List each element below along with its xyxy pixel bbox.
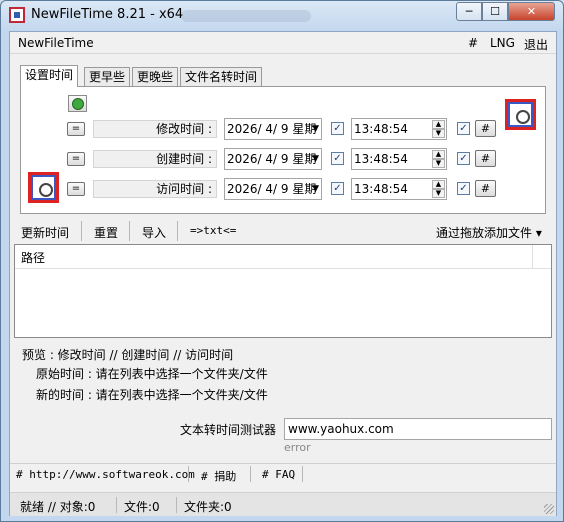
menu-lng[interactable]: LNG — [490, 36, 515, 50]
client-area: NewFileTime # LNG 退出 设置时间 更早些 更晚些 文件名转时间… — [9, 31, 557, 516]
donate-link[interactable]: # 捐助 — [201, 468, 236, 484]
dropdown-arrow-icon[interactable]: ▼ — [312, 119, 319, 139]
text-to-time-input[interactable] — [284, 418, 552, 440]
column-header-path[interactable]: 路径 — [21, 249, 45, 266]
created-time-checkbox[interactable]: ✓ — [457, 152, 470, 165]
spin-up-icon[interactable]: ▲ — [432, 150, 445, 159]
original-time-text: 原始时间 : 请在列表中选择一个文件夹/文件 — [36, 367, 268, 381]
created-time-label: 创建时间 : — [93, 150, 217, 168]
calendar-icon[interactable] — [28, 172, 59, 203]
file-list[interactable]: 路径 — [14, 244, 552, 338]
minimize-button[interactable]: ─ — [456, 2, 482, 21]
update-time-button[interactable]: 更新时间 — [21, 224, 69, 241]
new-time-text: 新的时间 : 请在列表中选择一个文件夹/文件 — [36, 388, 268, 402]
modified-time-label: 修改时间 : — [93, 120, 217, 138]
preview-heading: 预览 : 修改时间 // 创建时间 // 访问时间 — [22, 348, 234, 362]
accessed-date-picker[interactable]: 2026/ 4/ 9 星期 ▼ — [224, 178, 322, 200]
accessed-time-checkbox[interactable]: ✓ — [457, 182, 470, 195]
window-title: NewFileTime 8.21 - x64 — [31, 7, 184, 22]
date-value: 2026/ 4/ 9 星期 — [227, 182, 317, 196]
modified-date-checkbox[interactable]: ✓ — [331, 122, 344, 135]
date-value: 2026/ 4/ 9 星期 — [227, 152, 317, 166]
reset-button[interactable]: 重置 — [94, 224, 118, 241]
menu-hash[interactable]: # — [468, 36, 478, 50]
accessed-time-label: 访问时间 : — [93, 180, 217, 198]
calendar-icon[interactable] — [505, 99, 536, 130]
modified-date-picker[interactable]: 2026/ 4/ 9 星期 ▼ — [224, 118, 322, 140]
link-separator — [188, 466, 189, 482]
created-date-picker[interactable]: 2026/ 4/ 9 星期 ▼ — [224, 148, 322, 170]
tab-set-time[interactable]: 设置时间 — [20, 65, 79, 87]
drag-add-files-button[interactable]: 通过拖放添加文件 ▾ — [436, 224, 542, 241]
spin-down-icon[interactable]: ▼ — [432, 159, 445, 168]
menu-exit[interactable]: 退出 — [524, 36, 548, 53]
toolbar-separator — [129, 221, 130, 241]
time-value: 13:48:54 — [354, 182, 408, 196]
tab-earlier[interactable]: 更早些 — [84, 67, 131, 86]
resize-grip-icon[interactable] — [544, 504, 554, 514]
import-button[interactable]: 导入 — [142, 224, 166, 241]
spin-up-icon[interactable]: ▲ — [432, 120, 445, 129]
accessed-hash-button[interactable]: # — [475, 180, 496, 197]
action-toolbar: 更新时间 重置 导入 =>txt<= 通过拖放添加文件 ▾ — [10, 221, 556, 243]
equal-button-accessed[interactable]: = — [67, 182, 85, 196]
spin-down-icon[interactable]: ▼ — [432, 129, 445, 138]
date-value: 2026/ 4/ 9 星期 — [227, 122, 317, 136]
accessed-date-checkbox[interactable]: ✓ — [331, 182, 344, 195]
tab-filename-to-time[interactable]: 文件名转时间 — [180, 67, 263, 86]
menu-bar: NewFileTime # LNG 退出 — [10, 32, 556, 54]
created-date-checkbox[interactable]: ✓ — [331, 152, 344, 165]
dropdown-arrow-icon[interactable]: ▼ — [312, 179, 319, 199]
text-to-time-tester-label: 文本转时间测试器 — [180, 423, 277, 437]
app-icon — [9, 7, 25, 23]
converter-result: error — [284, 441, 311, 454]
status-ready: 就绪 // 对象:0 — [20, 500, 96, 514]
dropdown-arrow-icon[interactable]: ▼ — [312, 149, 319, 169]
txt-button[interactable]: =>txt<= — [190, 224, 236, 237]
title-bar[interactable]: NewFileTime 8.21 - x64 ─ ☐ ✕ — [1, 1, 563, 29]
maximize-button[interactable]: ☐ — [482, 2, 508, 21]
refresh-icon[interactable] — [68, 95, 87, 112]
created-hash-button[interactable]: # — [475, 150, 496, 167]
spin-up-icon[interactable]: ▲ — [432, 180, 445, 189]
equal-button-created[interactable]: = — [67, 152, 85, 166]
faq-link[interactable]: # FAQ — [262, 468, 295, 481]
status-files: 文件:0 — [124, 500, 160, 514]
list-header: 路径 — [15, 245, 551, 269]
status-folders: 文件夹:0 — [184, 500, 232, 514]
time-value: 13:48:54 — [354, 122, 408, 136]
preview-section: 预览 : 修改时间 // 创建时间 // 访问时间 原始时间 : 请在列表中选择… — [14, 342, 552, 408]
created-time-input[interactable]: 13:48:54 ▲ ▼ — [351, 148, 447, 170]
equal-button-modified[interactable]: = — [67, 122, 85, 136]
column-divider[interactable] — [532, 245, 533, 269]
set-time-panel: = 修改时间 : 2026/ 4/ 9 星期 ▼ ✓ 13:48:54 ▲ ▼ ✓ #… — [20, 86, 546, 214]
time-value: 13:48:54 — [354, 152, 408, 166]
app-window: NewFileTime 8.21 - x64 ─ ☐ ✕ NewFileTime… — [0, 0, 564, 522]
modified-time-input[interactable]: 13:48:54 ▲ ▼ — [351, 118, 447, 140]
title-blur — [181, 10, 311, 22]
toolbar-separator — [81, 221, 82, 241]
link-separator — [302, 466, 303, 482]
link-bar: # http://www.softwareok.com # 捐助 # FAQ — [10, 463, 556, 485]
status-separator — [176, 497, 177, 513]
toolbar-separator — [177, 221, 178, 241]
close-button[interactable]: ✕ — [508, 2, 555, 21]
website-link[interactable]: # http://www.softwareok.com — [16, 468, 195, 481]
modified-time-checkbox[interactable]: ✓ — [457, 122, 470, 135]
tab-later[interactable]: 更晚些 — [132, 67, 179, 86]
accessed-time-input[interactable]: 13:48:54 ▲ ▼ — [351, 178, 447, 200]
spin-down-icon[interactable]: ▼ — [432, 189, 445, 198]
status-bar: 就绪 // 对象:0 文件:0 文件夹:0 — [10, 492, 556, 516]
modified-hash-button[interactable]: # — [475, 120, 496, 137]
menu-app-name[interactable]: NewFileTime — [18, 36, 94, 50]
status-separator — [116, 497, 117, 513]
link-separator — [250, 466, 251, 482]
